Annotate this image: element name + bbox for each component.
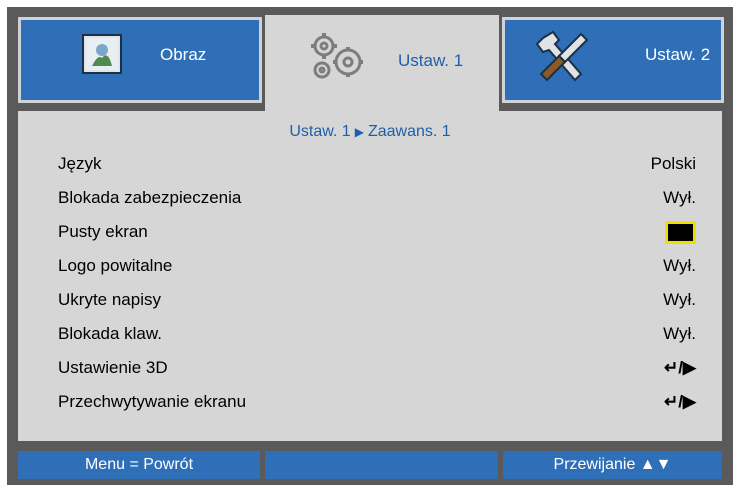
tab-ustaw-2[interactable]: Ustaw. 2 (502, 17, 724, 103)
footer-back-label: Menu = Powrót (84, 456, 194, 473)
menu-item-pusty-ekran[interactable]: Pusty ekran (58, 215, 696, 249)
image-icon (82, 34, 122, 74)
menu-item-ustawienie-3d[interactable]: Ustawienie 3D ↵/▶ (58, 351, 696, 385)
menu-item-value: Wył. (663, 256, 696, 275)
enter-right-icon: ↵/▶ (663, 392, 696, 411)
menu-item-value: Wył. (663, 188, 696, 207)
menu-item-jezyk[interactable]: Język Polski (58, 147, 696, 181)
menu-item-label: Blokada klaw. (58, 324, 162, 343)
menu-item-value: Wył. (663, 324, 696, 343)
breadcrumb-separator-icon: ▶ (354, 125, 364, 139)
menu-item-label: Logo powitalne (58, 256, 173, 275)
footer-middle (265, 451, 498, 479)
settings-panel: Ustaw. 1 ▶ Zaawans. 1 Język Polski Blokada… (18, 111, 722, 441)
menu-item-label: Ukryte napisy (58, 290, 161, 309)
menu-item-value: Polski (650, 154, 696, 173)
tab-label: Ustaw. 2 (645, 45, 711, 64)
enter-right-icon: ↵/▶ (663, 358, 696, 377)
tab-label: Obraz (160, 45, 207, 64)
menu-item-ukryte-napisy[interactable]: Ukryte napisy Wył. (58, 283, 696, 317)
menu-item-blokada-zabezpieczenia[interactable]: Blokada zabezpieczenia Wył. (58, 181, 696, 215)
menu-item-blokada-klaw[interactable]: Blokada klaw. Wył. (58, 317, 696, 351)
menu-item-label: Blokada zabezpieczenia (58, 188, 242, 207)
osd-menu: Obraz Ustaw. 1 Ustaw. 2 Ustaw. 1 ▶ Zaawa… (7, 7, 733, 485)
breadcrumb-current: Zaawans. 1 (367, 123, 451, 140)
blank-screen-color-swatch[interactable] (665, 220, 696, 244)
gears-icon (304, 28, 366, 84)
menu-item-logo-powitalne[interactable]: Logo powitalne Wył. (58, 249, 696, 283)
footer-scroll-label: Przewijanie ▲▼ (553, 456, 672, 473)
menu-item-label: Przechwytywanie ekranu (58, 392, 247, 411)
breadcrumb-parent: Ustaw. 1 (289, 123, 351, 140)
menu-item-label: Pusty ekran (58, 222, 148, 241)
menu-item-label: Język (58, 154, 102, 173)
breadcrumb: Ustaw. 1 ▶ Zaawans. 1 (18, 123, 722, 141)
footer-back-hint: Menu = Powrót (18, 451, 260, 479)
menu-item-label: Ustawienie 3D (58, 358, 168, 377)
tools-icon (531, 28, 595, 86)
menu-item-przechwytywanie-ekranu[interactable]: Przechwytywanie ekranu ↵/▶ (58, 385, 696, 419)
tab-label: Ustaw. 1 (398, 51, 464, 70)
footer-scroll-hint: Przewijanie ▲▼ (503, 451, 722, 479)
tab-ustaw-1[interactable]: Ustaw. 1 (265, 15, 499, 115)
menu-item-value: Wył. (663, 290, 696, 309)
tab-obraz[interactable]: Obraz (18, 17, 262, 103)
